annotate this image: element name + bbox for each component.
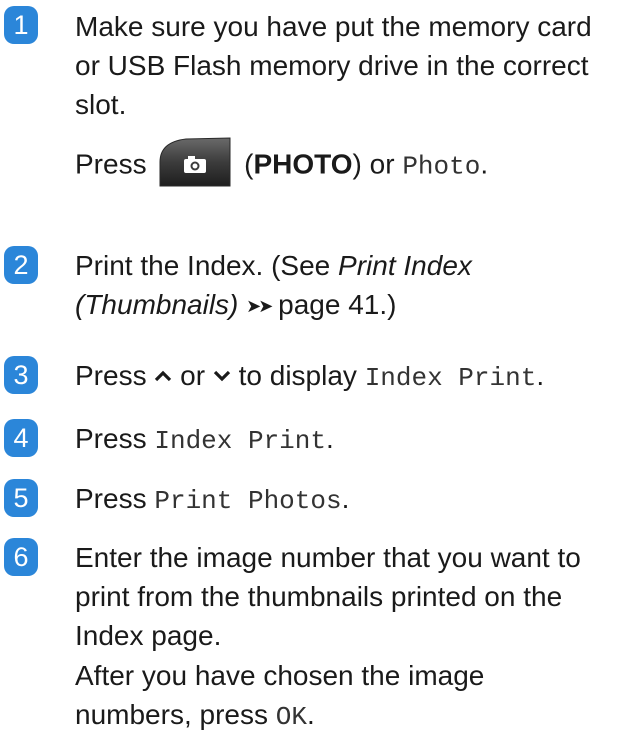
step-number-badge: 6 xyxy=(4,538,38,576)
step-number-badge: 4 xyxy=(4,419,38,457)
press-word: Press xyxy=(75,360,147,391)
period: . xyxy=(341,483,350,514)
print-photos-menu-item: Print Photos xyxy=(154,486,342,516)
page-reference: page 41.) xyxy=(278,289,397,320)
press-word: Press xyxy=(75,148,147,180)
photo-menu-item: Photo xyxy=(402,151,481,182)
step-number-badge: 2 xyxy=(4,246,38,284)
or-word: or xyxy=(180,360,206,391)
step-2-text: Print the Index. (See Print Index (Thumb… xyxy=(75,246,555,326)
ok-key: OK xyxy=(275,702,307,732)
step-5-text: Press Print Photos. xyxy=(75,479,612,521)
step-1-press-line: Press (PHOTO) or Photo. xyxy=(75,137,612,188)
step-6-followup: After you have chosen the image numbers,… xyxy=(75,656,495,737)
step-6-text: Enter the image number that you want to … xyxy=(75,542,581,651)
index-print-menu-item: Index Print xyxy=(154,426,326,456)
photo-button-icon xyxy=(156,136,234,188)
period: . xyxy=(480,148,489,180)
press-word: Press xyxy=(75,483,147,514)
period: . xyxy=(536,360,545,391)
press-word: Press xyxy=(75,423,147,454)
paren-close: ) xyxy=(352,148,362,180)
index-print-menu-item: Index Print xyxy=(364,363,537,393)
step-number-badge: 3 xyxy=(4,356,38,394)
step-1-text: Make sure you have put the memory card o… xyxy=(75,11,592,120)
step-number-badge: 5 xyxy=(4,479,38,517)
step-number-badge: 1 xyxy=(4,6,38,44)
chevron-down-icon xyxy=(213,370,230,382)
or-word: or xyxy=(369,148,395,180)
step-2-lead: Print the Index. (See xyxy=(75,250,331,281)
period: . xyxy=(326,423,334,454)
chevron-up-icon xyxy=(155,370,172,382)
double-arrow-icon: ➤➤ xyxy=(246,296,273,316)
step-4-text: Press Index Print. xyxy=(75,419,612,461)
photo-label: PHOTO xyxy=(253,148,353,180)
step-3-middle: to display xyxy=(238,360,357,391)
step-3-text: Press or to display Index Print. xyxy=(75,356,612,398)
